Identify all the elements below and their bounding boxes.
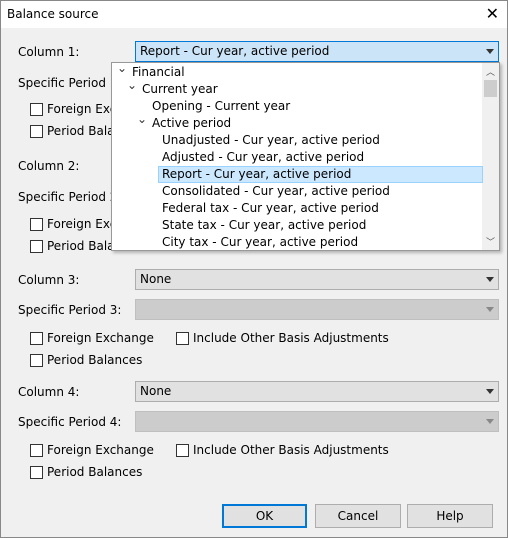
chevron-down-icon [486,307,494,312]
title-bar: Balance source ✕ [1,1,507,28]
column-1-label: Column 1: [18,45,80,59]
checkbox-box[interactable] [30,239,43,253]
column-4-value: None [140,384,172,398]
dropdown-item[interactable]: Financial [132,64,185,81]
chevron-down-icon [486,49,494,54]
window-title: Balance source [7,7,99,21]
checkbox-box[interactable] [176,331,189,345]
chevron-down-icon [486,277,494,282]
checkbox-label: Include Other Basis Adjustments [193,443,389,457]
expand-chevron-icon[interactable]: ⌄ [127,78,137,92]
dropdown-item[interactable]: Consolidated - Cur year, active period [162,183,390,200]
specific-period-3-select[interactable] [135,299,499,320]
dropdown-item[interactable]: Unadjusted - Cur year, active period [162,132,380,149]
dropdown-item[interactable]: Active period [152,115,231,132]
cancel-button[interactable]: Cancel [315,504,401,528]
period-balances-3-checkbox[interactable]: Period Balances [30,353,142,367]
checkbox-box[interactable] [30,465,43,479]
ok-button[interactable]: OK [222,504,307,528]
specific-period-2-label: Specific Period 2: [18,190,122,204]
checkbox-box[interactable] [176,443,189,457]
checkbox-label: Foreign Exchange [47,443,154,457]
dropdown-item[interactable]: Federal tax - Cur year, active period [162,200,379,217]
checkbox-box[interactable] [30,217,43,231]
column-3-select[interactable]: None [135,269,499,290]
close-icon[interactable]: ✕ [486,4,499,23]
column-3-value: None [140,272,172,286]
checkbox-label: Foreign Exchange [47,331,154,345]
dropdown-item[interactable]: Report - Cur year, active period [158,166,483,183]
checkbox-box[interactable] [30,331,43,345]
column-1-value: Report - Cur year, active period [140,44,330,58]
include-other-basis-4-checkbox[interactable]: Include Other Basis Adjustments [176,443,389,457]
scrollbar[interactable]: ︿ ﹀ [482,63,499,250]
specific-period-4-label: Specific Period 4: [18,415,122,429]
period-balances-4-checkbox[interactable]: Period Balances [30,465,142,479]
include-other-basis-3-checkbox[interactable]: Include Other Basis Adjustments [176,331,389,345]
expand-chevron-icon[interactable]: ⌄ [117,63,127,75]
scroll-up-icon[interactable]: ︿ [482,65,499,78]
chevron-down-icon [486,419,494,424]
checkbox-label: Period Balances [47,465,143,479]
column-1-dropdown-list[interactable]: ︿ ﹀ ⌄ Financial ⌄ Current year Opening - Cur… [111,62,500,251]
scrollbar-thumb[interactable] [484,80,497,97]
column-2-label: Column 2: [18,159,80,173]
checkbox-box[interactable] [30,443,43,457]
checkbox-box[interactable] [30,124,43,138]
dropdown-item[interactable]: Opening - Current year [152,98,290,115]
specific-period-1-label: Specific Period 1: [18,76,122,90]
help-button[interactable]: Help [407,504,493,528]
foreign-exchange-4-checkbox[interactable]: Foreign Exchange [30,443,154,457]
expand-chevron-icon[interactable]: ⌄ [137,112,147,126]
dropdown-item[interactable]: City tax - Cur year, active period [162,234,358,250]
dropdown-item[interactable]: State tax - Cur year, active period [162,217,366,234]
checkbox-label: Period Balances [47,353,143,367]
scroll-down-icon[interactable]: ﹀ [482,235,499,248]
specific-period-4-select[interactable] [135,411,499,432]
checkbox-label: Include Other Basis Adjustments [193,331,389,345]
checkbox-box[interactable] [30,353,43,367]
checkbox-box[interactable] [30,102,43,116]
specific-period-3-label: Specific Period 3: [18,303,122,317]
column-4-select[interactable]: None [135,381,499,402]
column-1-select[interactable]: Report - Cur year, active period [135,41,499,62]
column-4-label: Column 4: [18,385,80,399]
dropdown-item[interactable]: Current year [142,81,218,98]
column-3-label: Column 3: [18,273,80,287]
foreign-exchange-3-checkbox[interactable]: Foreign Exchange [30,331,154,345]
dropdown-item[interactable]: Adjusted - Cur year, active period [162,149,364,166]
chevron-down-icon [486,389,494,394]
